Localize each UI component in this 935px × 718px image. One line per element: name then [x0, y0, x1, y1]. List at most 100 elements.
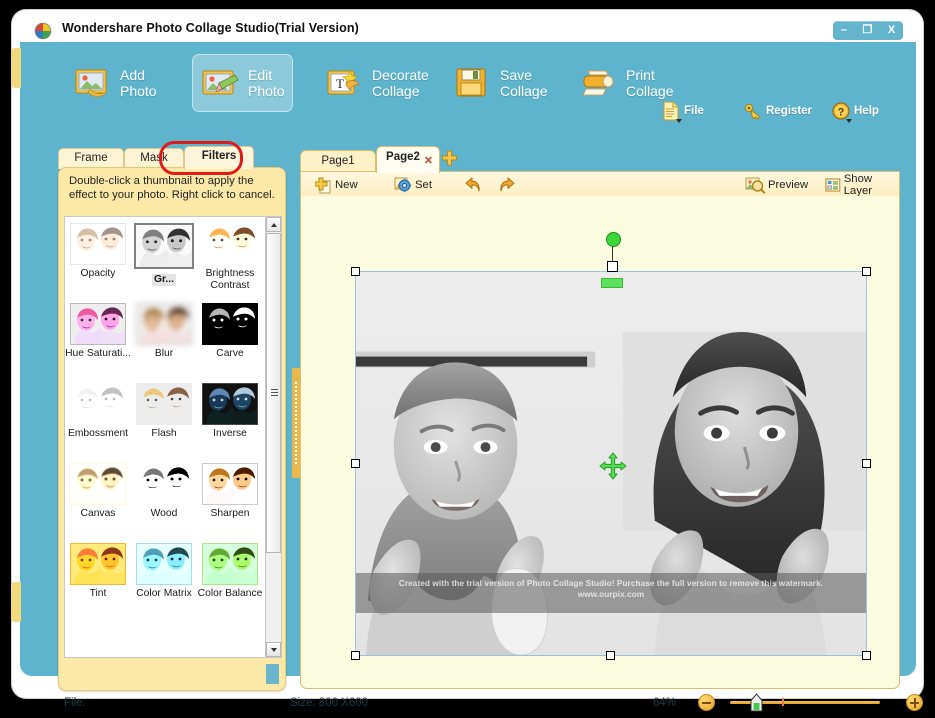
left-panel: Frame Mask Filters Double-click a thumbn…	[38, 141, 286, 691]
minimize-button[interactable]: –	[841, 21, 847, 40]
filter-thumbnail[interactable]	[202, 463, 258, 505]
floppy-disk-icon	[456, 68, 486, 97]
menu-help[interactable]: ? Help	[832, 100, 879, 123]
filter-label: Opacity	[80, 268, 116, 279]
collage-canvas[interactable]: Created with the trial version of Photo …	[300, 196, 900, 689]
toolbar-preview[interactable]: Preview	[745, 175, 808, 195]
toolbar-set[interactable]: Set	[394, 175, 432, 195]
filter-item-embossment[interactable]: Embossment	[65, 377, 131, 457]
filter-thumbnail[interactable]	[136, 303, 192, 345]
page-tab-page1[interactable]: Page1	[300, 150, 376, 173]
filter-item-blur[interactable]: Blur	[131, 297, 197, 377]
filter-item-brightness-contrast[interactable]: Brightness Contrast	[197, 217, 263, 297]
handle-bottom-right[interactable]	[862, 651, 871, 660]
preview-magnifier-icon	[745, 177, 765, 194]
ribbon-edit-photo[interactable]: Edit Photo	[192, 54, 293, 112]
filter-thumbnail[interactable]	[70, 303, 126, 345]
filter-item-tint[interactable]: Tint	[65, 537, 131, 617]
toolbar-new[interactable]: New	[315, 175, 358, 195]
handle-top-left[interactable]	[351, 267, 360, 276]
handle-bottom-left[interactable]	[351, 651, 360, 660]
tab-mask[interactable]: Mask	[124, 148, 184, 169]
photo-add-icon	[75, 69, 108, 97]
filter-item-hue-saturati[interactable]: Hue Saturati...	[65, 297, 131, 377]
question-icon: ?	[832, 102, 850, 120]
ribbon-save-collage[interactable]: Save Collage	[444, 54, 555, 112]
move-cursor-icon[interactable]	[599, 452, 627, 480]
zoom-percent: 64%	[653, 697, 677, 709]
photo-selection[interactable]: Created with the trial version of Photo …	[351, 232, 871, 660]
filter-thumbnail[interactable]	[136, 383, 192, 425]
filter-thumbnail[interactable]	[202, 383, 258, 425]
filter-item-opacity[interactable]: Opacity	[65, 217, 131, 297]
handle-middle-left[interactable]	[351, 458, 360, 468]
panel-resize-handle[interactable]	[266, 664, 279, 684]
filter-item-canvas[interactable]: Canvas	[65, 457, 131, 537]
filter-thumbnail[interactable]	[202, 303, 258, 345]
menu-file[interactable]: File	[662, 100, 704, 123]
top-green-marker	[601, 278, 623, 288]
edge-tab-bottom	[11, 582, 21, 622]
ribbon-decorate-collage[interactable]: T Decorate Collage	[316, 54, 437, 112]
window-body: Add Photo Edit Photo T Decorate Collage …	[11, 42, 923, 712]
toolbar-show-layer[interactable]: Show Layer	[825, 173, 899, 197]
tab-frame[interactable]: Frame	[58, 148, 124, 169]
filter-thumbnail[interactable]	[202, 223, 258, 265]
filter-thumbnail[interactable]	[202, 543, 258, 585]
filter-item-carve[interactable]: Carve	[197, 297, 263, 377]
filter-thumbnail[interactable]	[136, 543, 192, 585]
splitter-dots-icon	[295, 382, 297, 464]
panel-splitter[interactable]	[292, 368, 300, 478]
filters-panel: Double-click a thumbnail to apply the ef…	[58, 167, 286, 691]
handle-top-center[interactable]	[607, 261, 618, 272]
filter-label: Hue Saturati...	[65, 348, 131, 359]
close-button[interactable]: X	[888, 21, 895, 40]
toolbar-redo[interactable]	[497, 175, 517, 195]
zoom-out-icon[interactable]	[698, 694, 715, 711]
filter-item-color-balance[interactable]: Color Balance	[197, 537, 263, 617]
handle-bottom-center[interactable]	[606, 651, 615, 660]
filter-thumbnail[interactable]	[70, 383, 126, 425]
zoom-slider-knob[interactable]	[750, 693, 763, 712]
filter-thumbnail[interactable]	[70, 543, 126, 585]
filter-thumbnail[interactable]	[70, 223, 126, 265]
filter-item-wood[interactable]: Wood	[131, 457, 197, 537]
filter-item-sharpen[interactable]: Sharpen	[197, 457, 263, 537]
toolbar-set-label: Set	[415, 179, 432, 191]
wondershare-logo-icon	[34, 22, 52, 40]
toolbar-undo[interactable]	[463, 175, 483, 195]
filter-thumbnail[interactable]	[134, 223, 194, 269]
ribbon-add-photo[interactable]: Add Photo	[64, 54, 165, 112]
scroll-down-button[interactable]	[266, 642, 281, 657]
filter-label: Color Balance	[197, 588, 263, 599]
status-size: Size: 800 X600	[290, 697, 368, 709]
handle-middle-right[interactable]	[862, 458, 871, 468]
filter-item-flash[interactable]: Flash	[131, 377, 197, 457]
filter-item-color-matrix[interactable]: Color Matrix	[131, 537, 197, 617]
zoom-in-icon[interactable]	[906, 694, 923, 711]
handle-top-right[interactable]	[862, 267, 871, 276]
page-tab-close-icon[interactable]: ✕	[424, 151, 433, 172]
scrollbar-thumb[interactable]	[266, 233, 281, 553]
add-page-icon[interactable]	[441, 150, 458, 167]
help-caret-icon	[846, 119, 852, 123]
rotate-handle[interactable]	[606, 232, 621, 247]
filter-item-inverse[interactable]: Inverse	[197, 377, 263, 457]
toolbar-new-label: New	[335, 179, 358, 191]
filter-thumbnail[interactable]	[136, 463, 192, 505]
trial-watermark: Created with the trial version of Photo …	[356, 573, 866, 613]
watermark-line2: www.ourpix.com	[577, 590, 645, 599]
main-ribbon: Add Photo Edit Photo T Decorate Collage …	[20, 42, 916, 123]
scroll-up-button[interactable]	[266, 217, 281, 232]
maximize-button[interactable]: ❐	[862, 21, 872, 40]
menu-register[interactable]: Register	[744, 100, 812, 122]
menu-help-label: Help	[854, 105, 879, 117]
page-tab-page2[interactable]: Page2 ✕	[376, 146, 440, 173]
tab-filters[interactable]: Filters	[184, 146, 254, 169]
filter-label: Color Matrix	[136, 588, 192, 599]
page-tab-page1-label: Page1	[321, 155, 355, 167]
filter-item-gr[interactable]: Gr...	[131, 217, 197, 297]
window-title: Wondershare Photo Collage Studio(Trial V…	[62, 21, 359, 35]
filters-scrollbar[interactable]	[265, 217, 281, 657]
filter-thumbnail[interactable]	[70, 463, 126, 505]
